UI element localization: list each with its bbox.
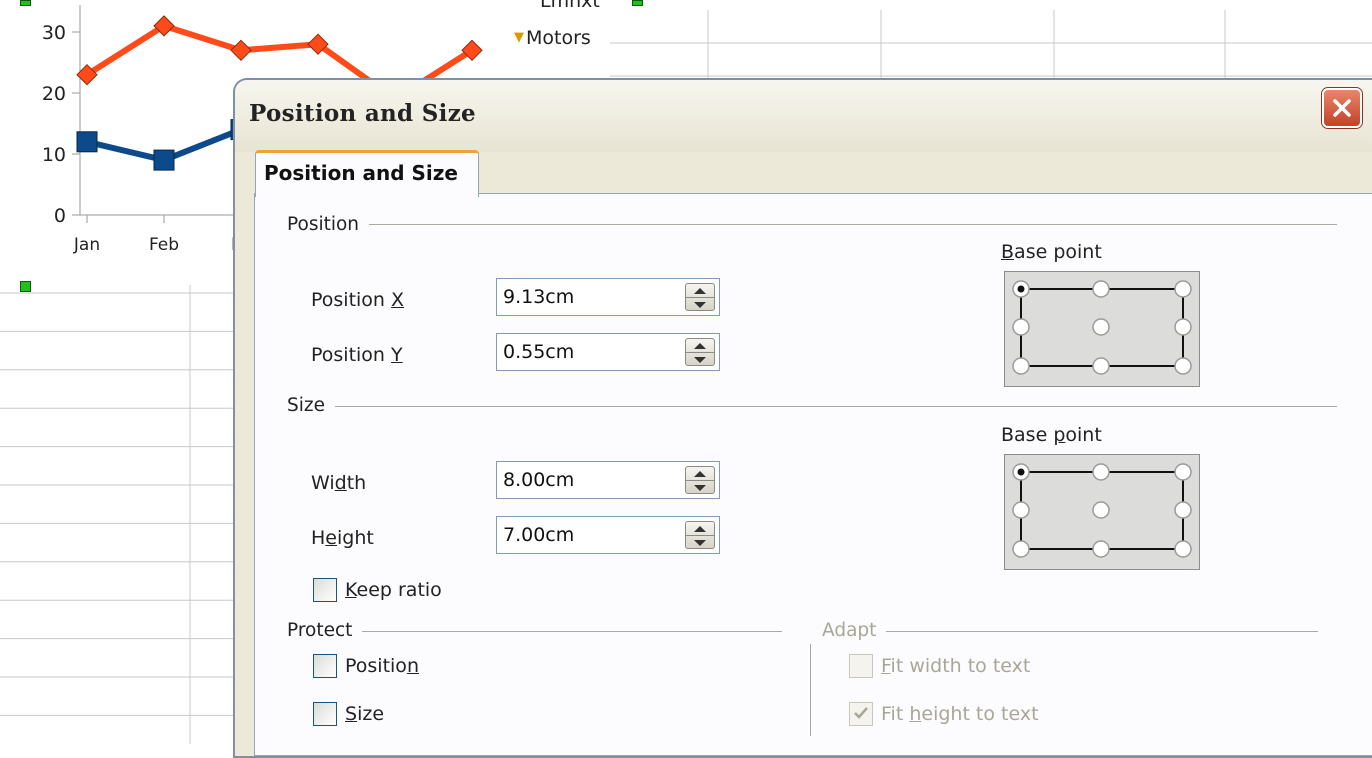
spin-up-icon — [694, 470, 706, 477]
base-point-radio[interactable] — [1012, 357, 1030, 375]
base-point-radio[interactable] — [1012, 540, 1030, 558]
position-x-label: Position X — [311, 289, 405, 311]
spin-up-icon — [694, 342, 706, 349]
protect-size-label: Size — [345, 703, 385, 725]
height-label: Height — [311, 527, 374, 549]
diamond-point — [230, 39, 252, 62]
position-size-dialog: Position and Size Position and Size Posi… — [233, 78, 1372, 758]
base-point-radio[interactable] — [1092, 357, 1110, 375]
square-point — [76, 131, 98, 153]
x-tick-label: Feb — [149, 235, 179, 255]
spin-up-icon — [694, 525, 706, 532]
protect-size-row[interactable]: Size — [313, 699, 384, 729]
tab-position-and-size[interactable]: Position and Size — [255, 150, 479, 197]
close-button[interactable] — [1322, 88, 1362, 128]
checkmark-icon — [854, 707, 868, 719]
height-spinbox[interactable] — [496, 516, 720, 554]
height-input[interactable] — [501, 521, 673, 549]
tab-panel: Position Position X Position Y Base poin… — [254, 193, 1372, 756]
fit-height-checkbox[interactable] — [849, 702, 873, 726]
position-x-spin-button[interactable] — [685, 283, 715, 311]
legend-label: Motors — [526, 27, 591, 49]
width-label: Width — [311, 472, 367, 494]
base-point-label-size: Base point — [1001, 424, 1102, 446]
legend-item-partial: Lmnxt — [540, 0, 600, 10]
base-point-selector-position[interactable] — [1004, 271, 1200, 387]
protect-size-checkbox[interactable] — [313, 702, 337, 726]
base-point-radio[interactable] — [1174, 501, 1192, 519]
base-point-grid — [1012, 280, 1192, 375]
size-group-separator — [287, 406, 1337, 407]
spin-down-icon — [694, 539, 706, 546]
protect-position-label: Position — [345, 655, 419, 677]
height-spin-button[interactable] — [685, 521, 715, 549]
protect-group-label: Protect — [287, 620, 363, 641]
square-point — [153, 149, 175, 171]
base-point-radio[interactable] — [1092, 501, 1110, 519]
spin-down-icon — [694, 356, 706, 363]
base-point-radio[interactable] — [1174, 540, 1192, 558]
base-point-radio[interactable] — [1174, 463, 1192, 481]
position-y-label: Position Y — [311, 344, 403, 366]
close-icon — [1333, 99, 1351, 117]
base-point-selector-size[interactable] — [1004, 454, 1200, 570]
tab-label: Position and Size — [264, 161, 458, 185]
protect-position-row[interactable]: Position — [313, 651, 419, 681]
y-tick-label: 20 — [42, 83, 66, 105]
y-tick-label: 10 — [42, 144, 66, 166]
y-tick-label: 30 — [42, 22, 66, 44]
fit-height-label: Fit height to text — [881, 703, 1039, 725]
y-tick-label: 0 — [54, 205, 66, 227]
x-tick-label: Jan — [73, 235, 100, 255]
fit-height-row[interactable]: Fit height to text — [849, 699, 1039, 729]
position-x-input[interactable] — [501, 283, 673, 311]
base-point-radio[interactable] — [1012, 318, 1030, 336]
base-point-radio[interactable] — [1012, 501, 1030, 519]
dialog-titlebar[interactable]: Position and Size — [235, 80, 1372, 152]
keep-ratio-checkbox-row[interactable]: Keep ratio — [313, 575, 442, 605]
dialog-title: Position and Size — [249, 100, 476, 127]
radio-selected-dot — [1017, 468, 1025, 476]
selection-handle[interactable] — [632, 0, 643, 6]
spin-down-icon — [694, 301, 706, 308]
position-y-spinbox[interactable] — [496, 333, 720, 371]
fit-width-label: Fit width to text — [881, 655, 1031, 677]
base-point-radio[interactable] — [1092, 540, 1110, 558]
keep-ratio-checkbox[interactable] — [313, 578, 337, 602]
fit-width-checkbox[interactable] — [849, 654, 873, 678]
selection-handle[interactable] — [20, 281, 31, 292]
protect-position-checkbox[interactable] — [313, 654, 337, 678]
keep-ratio-label: Keep ratio — [345, 579, 442, 601]
width-spin-button[interactable] — [685, 466, 715, 494]
legend-triangle-icon: ▼ — [514, 30, 524, 45]
fit-width-row[interactable]: Fit width to text — [849, 651, 1030, 681]
base-point-radio[interactable] — [1174, 280, 1192, 298]
base-point-grid — [1012, 463, 1192, 558]
adapt-vertical-separator — [810, 644, 811, 736]
position-group-separator — [287, 224, 1337, 225]
position-y-spin-button[interactable] — [685, 338, 715, 366]
spin-down-icon — [694, 484, 706, 491]
base-point-radio[interactable] — [1174, 357, 1192, 375]
size-group-label: Size — [287, 395, 335, 416]
selection-handle[interactable] — [20, 0, 31, 6]
base-point-label-position: Base point — [1001, 241, 1102, 263]
position-y-input[interactable] — [501, 338, 673, 366]
base-point-radio[interactable] — [1092, 318, 1110, 336]
position-group-label: Position — [287, 214, 370, 235]
legend-item-motors: ▼ Motors — [514, 26, 591, 50]
adapt-group-separator — [822, 631, 1318, 632]
base-point-radio[interactable] — [1092, 463, 1110, 481]
base-point-radio[interactable] — [1174, 318, 1192, 336]
position-x-spinbox[interactable] — [496, 278, 720, 316]
width-spinbox[interactable] — [496, 461, 720, 499]
adapt-group-label: Adapt — [822, 620, 887, 641]
spin-up-icon — [694, 287, 706, 294]
base-point-radio[interactable] — [1092, 280, 1110, 298]
radio-selected-dot — [1017, 285, 1025, 293]
width-input[interactable] — [501, 466, 673, 494]
